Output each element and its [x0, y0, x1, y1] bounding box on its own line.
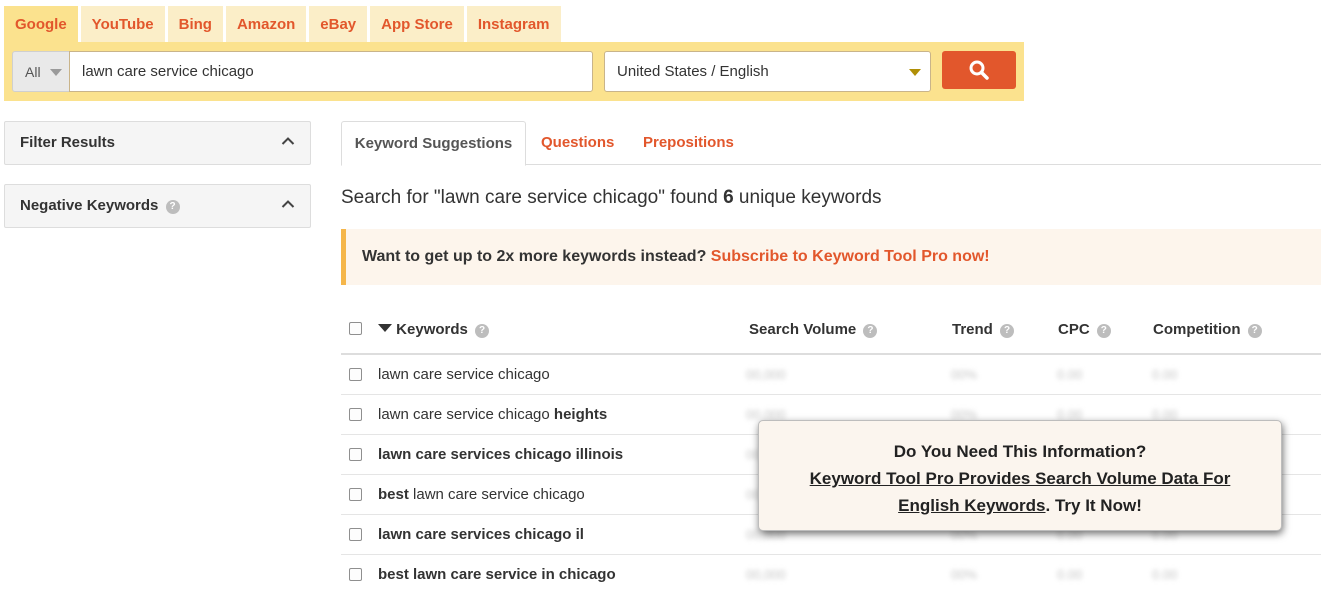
upgrade-banner-text: Want to get up to 2x more keywords inste… [362, 248, 711, 265]
popup-tail-text: . Try It Now! [1045, 496, 1142, 515]
results-summary: Search for "lawn care service chicago" f… [341, 187, 882, 209]
keyword-text: best lawn care service chicago [378, 486, 585, 503]
masked-trend: 00% [951, 567, 978, 582]
tab-questions[interactable]: Questions [541, 121, 614, 165]
location-language-label: United States / English [617, 63, 769, 80]
location-language-select[interactable]: United States / English [604, 51, 931, 92]
scope-select-label: All [25, 64, 41, 80]
tab-amazon[interactable]: Amazon [225, 6, 307, 42]
results-count: 6 [723, 187, 734, 208]
column-cpc[interactable]: CPC ? [1058, 321, 1111, 338]
negative-keywords-panel[interactable]: Negative Keywords ? [4, 184, 311, 228]
column-cpc-label: CPC [1058, 321, 1090, 338]
search-panel: All United States / English [4, 42, 1024, 101]
tab-keyword-suggestions[interactable]: Keyword Suggestions [341, 121, 526, 166]
search-input[interactable] [69, 51, 593, 92]
caret-down-icon [909, 69, 921, 76]
help-icon[interactable]: ? [1096, 324, 1111, 338]
row-checkbox[interactable] [349, 488, 362, 501]
tab-bing[interactable]: Bing [167, 6, 223, 42]
column-trend-label: Trend [952, 321, 993, 338]
row-checkbox[interactable] [349, 568, 362, 581]
column-keywords-label: Keywords [396, 321, 468, 338]
search-button[interactable] [942, 51, 1016, 89]
keyword-text: lawn care services chicago illinois [378, 446, 624, 463]
caret-down-icon [50, 69, 62, 76]
table-row[interactable]: best lawn care service in chicago 00,000… [341, 555, 1321, 595]
search-engine-tabs: Google YouTube Bing Amazon eBay App Stor… [4, 6, 564, 42]
masked-volume: 00,000 [746, 367, 786, 382]
table-header: Keywords ? Search Volume ? Trend ? CPC ?… [341, 306, 1321, 355]
keyword-text: best lawn care service in chicago [378, 566, 616, 583]
row-checkbox[interactable] [349, 528, 362, 541]
masked-cpc: 0.00 [1057, 567, 1083, 582]
tab-app-store[interactable]: App Store [370, 6, 464, 42]
column-search-volume-label: Search Volume [749, 321, 857, 338]
scope-select[interactable]: All [12, 51, 70, 92]
keyword-text: lawn care service chicago heights [378, 406, 608, 423]
tab-youtube[interactable]: YouTube [80, 6, 165, 42]
column-search-volume[interactable]: Search Volume ? [749, 321, 878, 338]
keyword-text: lawn care services chicago il [378, 526, 584, 543]
help-icon[interactable]: ? [475, 324, 490, 338]
masked-competition: 0.00 [1152, 567, 1178, 582]
upgrade-popup: Do You Need This Information? Keyword To… [758, 420, 1282, 531]
results-summary-prefix: Search for "lawn care service chicago" f… [341, 187, 724, 208]
column-keywords[interactable]: Keywords ? [378, 321, 490, 338]
subscribe-link[interactable]: Subscribe to Keyword Tool Pro now! [711, 248, 990, 265]
table-row[interactable]: lawn care service chicago 00,000 00% 0.0… [341, 355, 1321, 395]
select-all-checkbox[interactable] [349, 322, 362, 335]
negative-keywords-label: Negative Keywords [20, 197, 159, 214]
popup-title: Do You Need This Information? [893, 442, 1147, 461]
masked-cpc: 0.00 [1057, 367, 1083, 382]
tab-ebay[interactable]: eBay [309, 6, 368, 42]
row-checkbox[interactable] [349, 448, 362, 461]
row-checkbox[interactable] [349, 368, 362, 381]
help-icon[interactable]: ? [1000, 324, 1015, 338]
upgrade-banner: Want to get up to 2x more keywords inste… [341, 229, 1321, 285]
column-competition-label: Competition [1153, 321, 1241, 338]
help-icon[interactable]: ? [165, 200, 180, 214]
popup-link-english-keywords[interactable]: English Keywords [898, 496, 1045, 515]
column-competition[interactable]: Competition ? [1153, 321, 1262, 338]
column-trend[interactable]: Trend ? [952, 321, 1015, 338]
chevron-up-icon [281, 137, 295, 145]
masked-trend: 00% [951, 367, 978, 382]
filter-results-label: Filter Results [20, 134, 116, 151]
sort-desc-icon [378, 324, 392, 332]
keyword-text: lawn care service chicago [378, 366, 550, 383]
results-summary-suffix: unique keywords [733, 187, 882, 208]
popup-link[interactable]: Keyword Tool Pro Provides Search Volume … [810, 469, 1231, 488]
tab-prepositions[interactable]: Prepositions [643, 121, 734, 165]
result-tabs: Keyword Suggestions Questions Prepositio… [341, 121, 1321, 166]
masked-competition: 0.00 [1152, 367, 1178, 382]
tab-instagram[interactable]: Instagram [466, 6, 561, 42]
masked-volume: 00,000 [746, 567, 786, 582]
row-checkbox[interactable] [349, 408, 362, 421]
help-icon[interactable]: ? [1247, 324, 1262, 338]
help-icon[interactable]: ? [863, 324, 878, 338]
search-icon [969, 60, 989, 80]
chevron-up-icon [281, 200, 295, 208]
filter-results-panel[interactable]: Filter Results [4, 121, 311, 165]
tab-google[interactable]: Google [4, 6, 78, 42]
